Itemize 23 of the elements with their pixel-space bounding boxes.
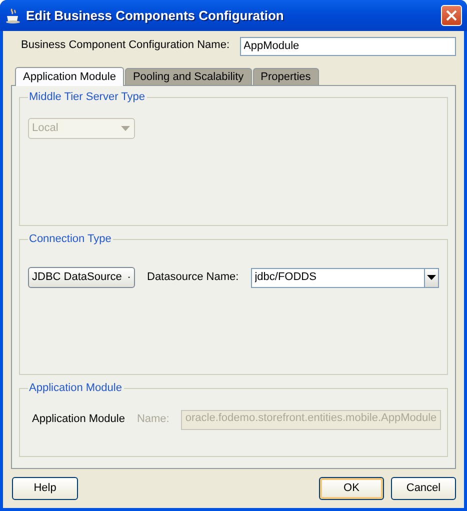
config-name-field[interactable]: AppModule <box>240 36 456 56</box>
coffee-cup-icon <box>5 8 21 24</box>
datasource-field[interactable]: jdbc/FODDS <box>250 268 425 288</box>
tab[interactable]: Pooling and Scalability <box>124 68 252 85</box>
dialog-button[interactable]: Help <box>12 477 78 500</box>
module-label: Application Module <box>32 413 125 427</box>
dialog-button[interactable]: Cancel <box>391 477 456 500</box>
close-icon <box>446 10 457 21</box>
caret-icon <box>427 275 436 280</box>
caret-icon <box>121 126 130 131</box>
field-label: Name: <box>136 413 170 427</box>
tab[interactable]: Application Module <box>15 67 124 86</box>
config-name-label: Business Component Configuration Name: <box>21 39 230 53</box>
field-label: Datasource Name: <box>147 270 239 284</box>
window-title: Edit Business Components Configuration <box>26 8 285 24</box>
group-title: Application Module <box>28 383 123 394</box>
group-title: Connection Type <box>28 234 112 245</box>
dropdown-button[interactable] <box>425 268 439 288</box>
close-button[interactable] <box>441 5 462 26</box>
dialog-button[interactable]: OK <box>319 477 384 500</box>
tab[interactable]: Properties <box>252 68 319 85</box>
dropdown[interactable]: JDBC DataSource <box>28 267 135 288</box>
group-title: Middle Tier Server Type <box>28 92 146 103</box>
